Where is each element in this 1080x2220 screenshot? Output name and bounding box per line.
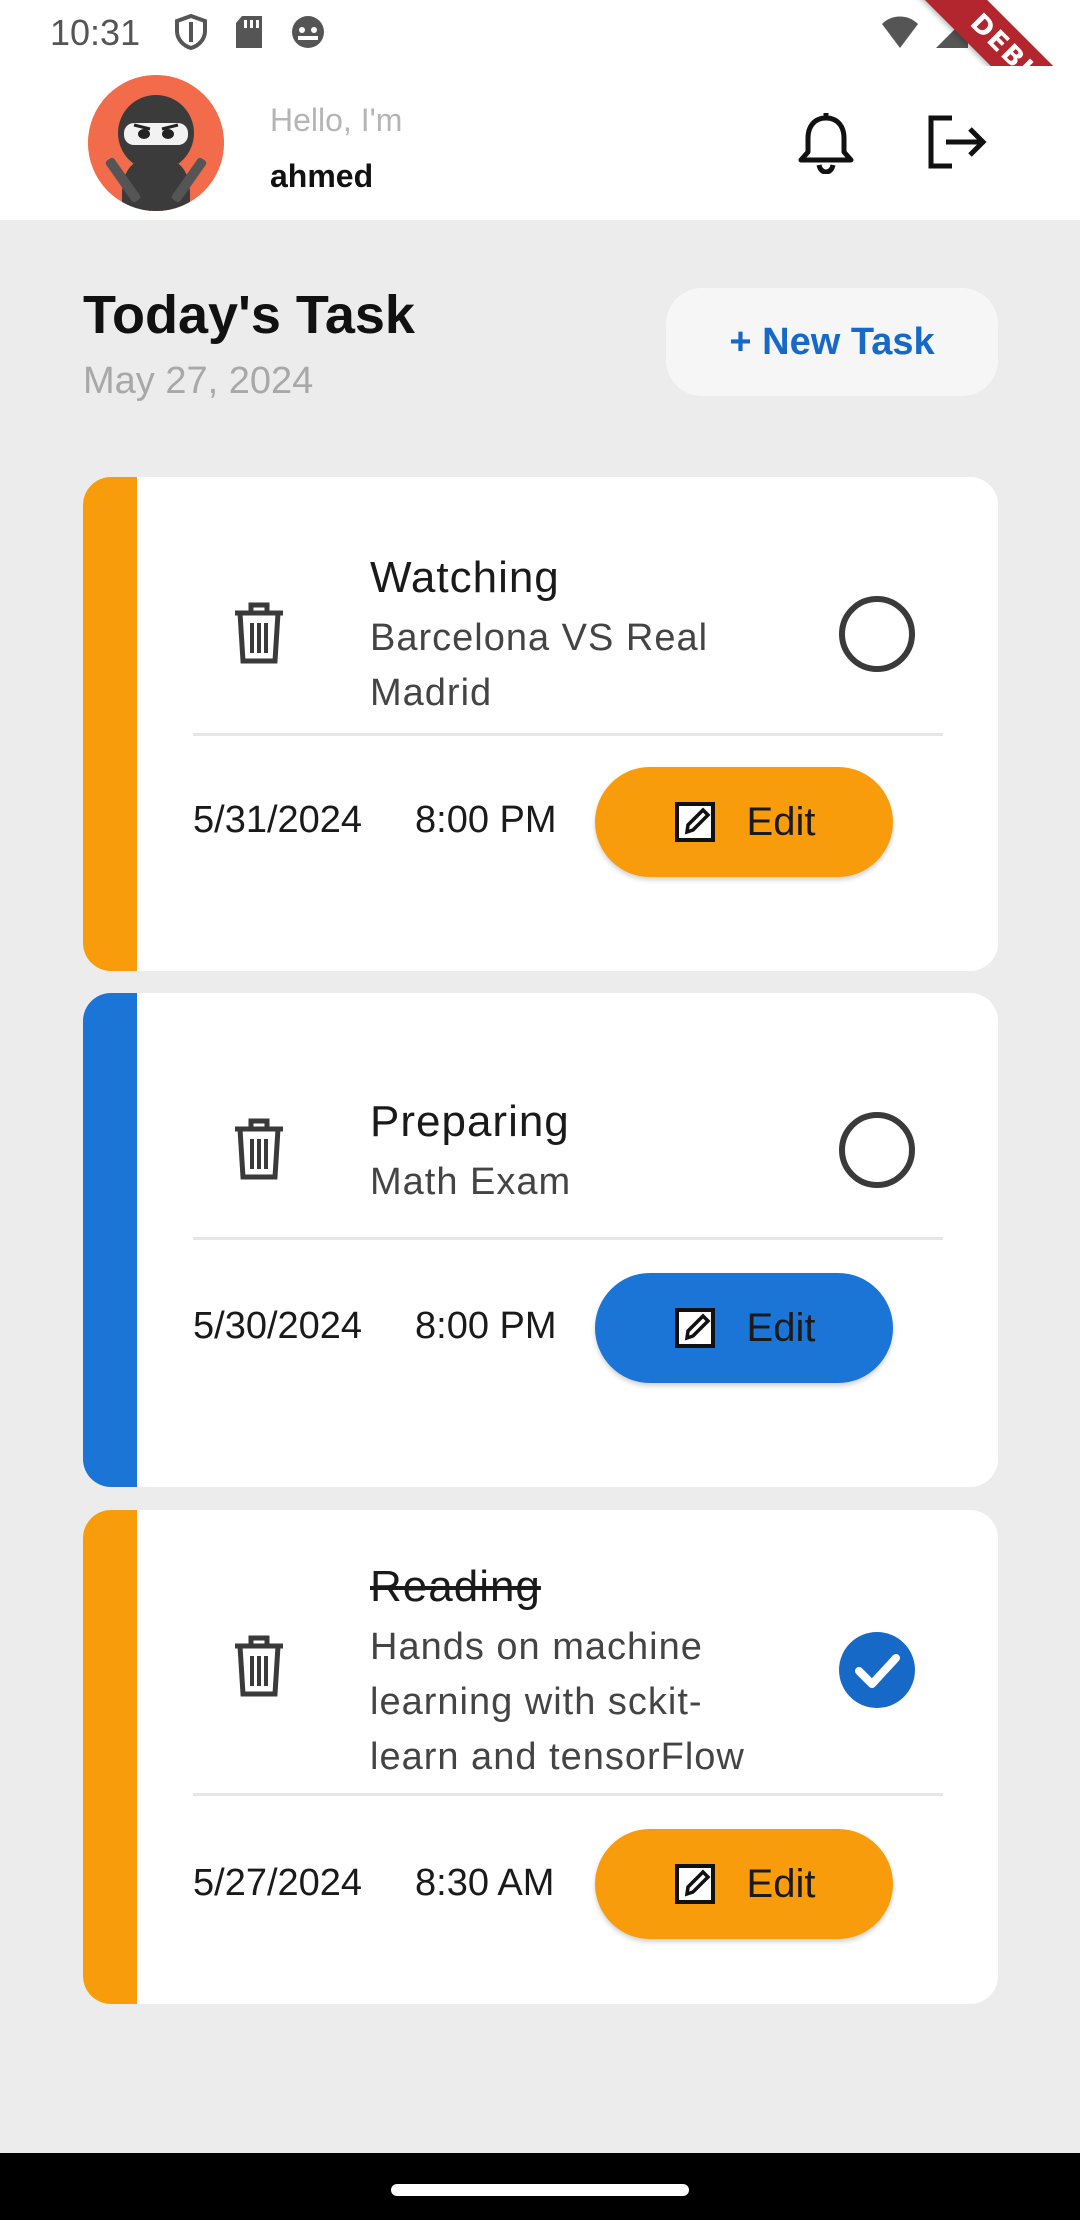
edit-button[interactable]: Edit [595, 1829, 893, 1939]
task-description: Hands on machine learning with sckit-lea… [370, 1626, 745, 1778]
user-name: ahmed [270, 158, 374, 194]
avatar[interactable] [88, 75, 224, 211]
shield-icon [175, 14, 207, 50]
page-title: Today's Task [83, 285, 415, 345]
edit-button[interactable]: Edit [595, 767, 893, 877]
edit-label: Edit [746, 799, 816, 844]
task-description: Math Exam [370, 1161, 572, 1203]
bell-icon[interactable] [796, 112, 856, 174]
status-icons-left [174, 14, 326, 50]
task-color-bar [83, 1510, 137, 2004]
task-title: Preparing [370, 1097, 570, 1146]
wifi-icon [882, 16, 918, 48]
task-color-bar [83, 477, 137, 971]
status-bar: 10:31 DEBUG [0, 0, 1080, 166]
home-gesture-handle[interactable] [391, 2184, 689, 2196]
task-divider [193, 1793, 943, 1796]
trash-icon[interactable] [231, 601, 287, 665]
task-date: 5/31/2024 [193, 799, 363, 841]
task-time: 8:00 PM [415, 799, 557, 841]
edit-icon [674, 1864, 715, 1904]
task-title: Watching [370, 553, 560, 602]
edit-label: Edit [746, 1305, 816, 1350]
status-time: 10:31 [50, 12, 141, 53]
task-time: 8:30 AM [415, 1862, 555, 1904]
edit-icon [674, 802, 715, 842]
trash-icon[interactable] [231, 1634, 287, 1698]
task-card: Watching Barcelona VS Real Madrid 5/31/2… [83, 477, 998, 971]
task-color-bar [83, 993, 137, 1487]
page-date: May 27, 2024 [83, 360, 314, 402]
trash-icon[interactable] [231, 1117, 287, 1181]
task-description: Barcelona VS Real Madrid [370, 617, 709, 714]
task-date: 5/27/2024 [193, 1862, 363, 1904]
task-divider [193, 1237, 943, 1240]
logout-icon[interactable] [926, 114, 988, 170]
task-card: Preparing Math Exam 5/30/2024 8:00 PM Ed… [83, 993, 998, 1487]
task-title: Reading [370, 1562, 541, 1611]
task-checkbox[interactable] [839, 596, 915, 672]
new-task-button[interactable]: + New Task [666, 288, 998, 396]
system-nav-bar [0, 2153, 1080, 2220]
edit-icon [674, 1308, 715, 1348]
task-divider [193, 733, 943, 736]
edit-label: Edit [746, 1861, 816, 1906]
android-icon [292, 16, 324, 48]
ninja-avatar-icon [88, 75, 224, 211]
edit-button[interactable]: Edit [595, 1273, 893, 1383]
greeting-text: Hello, I'm [270, 102, 403, 138]
task-checkbox[interactable] [839, 1112, 915, 1188]
check-icon [855, 1654, 900, 1688]
task-date: 5/30/2024 [193, 1305, 363, 1347]
task-time: 8:00 PM [415, 1305, 557, 1347]
app-bar: Hello, I'm ahmed [0, 66, 1080, 220]
task-checkbox[interactable] [839, 1632, 915, 1708]
task-card: Reading Hands on machine learning with s… [83, 1510, 998, 2004]
sd-card-icon [236, 16, 262, 48]
